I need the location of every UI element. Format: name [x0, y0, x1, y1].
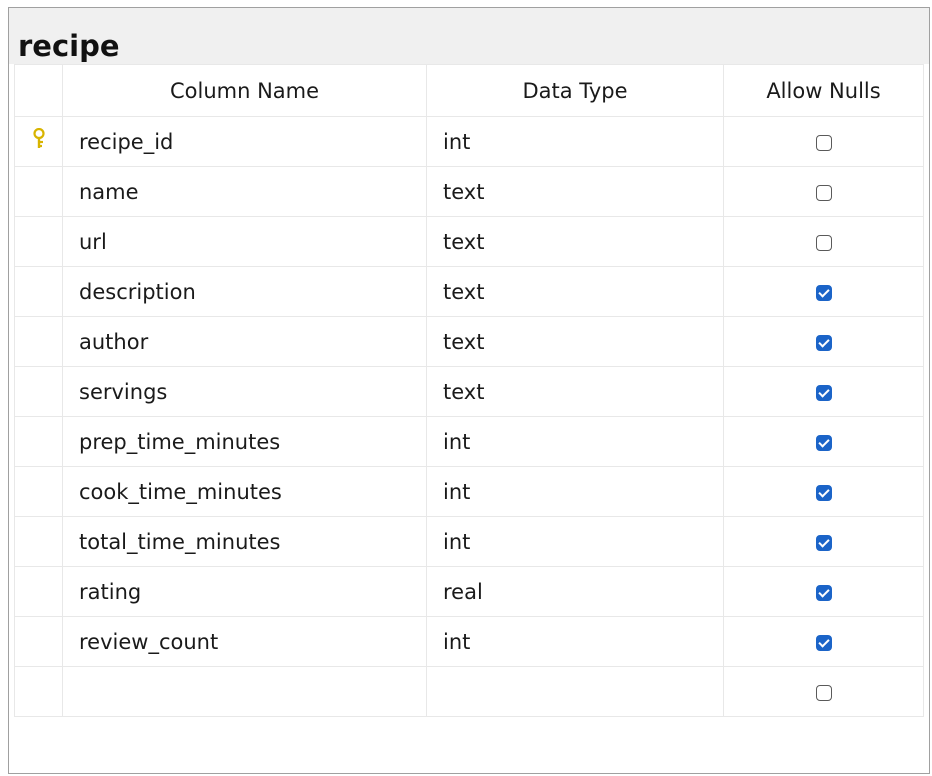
column-name-header[interactable]: Column Name: [62, 64, 427, 117]
allow-nulls-checkbox[interactable]: [815, 134, 832, 151]
allow-nulls-checkbox[interactable]: [815, 384, 832, 401]
allow-nulls-checkbox[interactable]: [815, 434, 832, 451]
data-type-cell[interactable]: text: [426, 266, 724, 317]
allow-nulls-checkbox[interactable]: [815, 184, 832, 201]
column-name-cell[interactable]: recipe_id: [62, 116, 427, 167]
row-selector[interactable]: [14, 516, 63, 567]
table-row[interactable]: description text: [14, 266, 924, 317]
table-title-bar[interactable]: recipe: [9, 8, 929, 64]
allow-nulls-checkbox[interactable]: [815, 584, 832, 601]
column-name-cell[interactable]: description: [62, 266, 427, 317]
data-type-cell[interactable]: text: [426, 216, 724, 267]
row-selector[interactable]: [14, 216, 63, 267]
allow-nulls-cell: [723, 316, 924, 367]
table-row[interactable]: review_count int: [14, 616, 924, 667]
allow-nulls-header[interactable]: Allow Nulls: [723, 64, 924, 117]
allow-nulls-cell: [723, 466, 924, 517]
data-type-cell[interactable]: int: [426, 116, 724, 167]
row-selector[interactable]: [14, 366, 63, 417]
data-type-header[interactable]: Data Type: [426, 64, 724, 117]
columns-grid-body: recipe_id int name text url text description te…: [14, 116, 924, 717]
columns-grid: Column Name Data Type Allow Nulls recipe…: [14, 64, 924, 717]
column-name-cell[interactable]: rating: [62, 566, 427, 617]
allow-nulls-checkbox[interactable]: [815, 284, 832, 301]
column-name-cell[interactable]: prep_time_minutes: [62, 416, 427, 467]
table-row[interactable]: [14, 666, 924, 717]
data-type-cell[interactable]: int: [426, 466, 724, 517]
column-name-cell[interactable]: author: [62, 316, 427, 367]
row-selector[interactable]: [14, 566, 63, 617]
column-name-cell[interactable]: name: [62, 166, 427, 217]
row-selector[interactable]: [14, 116, 63, 167]
row-selector[interactable]: [14, 466, 63, 517]
table-row[interactable]: rating real: [14, 566, 924, 617]
data-type-cell[interactable]: int: [426, 416, 724, 467]
column-name-cell[interactable]: [62, 666, 427, 717]
row-selector-header[interactable]: [14, 64, 63, 117]
allow-nulls-cell: [723, 566, 924, 617]
allow-nulls-cell: [723, 216, 924, 267]
table-title: recipe: [18, 29, 120, 63]
header-row: Column Name Data Type Allow Nulls: [14, 64, 924, 117]
allow-nulls-cell: [723, 116, 924, 167]
table-row[interactable]: url text: [14, 216, 924, 267]
table-row[interactable]: name text: [14, 166, 924, 217]
allow-nulls-checkbox[interactable]: [815, 534, 832, 551]
row-selector[interactable]: [14, 266, 63, 317]
table-row[interactable]: total_time_minutes int: [14, 516, 924, 567]
row-selector[interactable]: [14, 316, 63, 367]
allow-nulls-checkbox[interactable]: [815, 334, 832, 351]
column-name-cell[interactable]: cook_time_minutes: [62, 466, 427, 517]
data-type-cell[interactable]: [426, 666, 724, 717]
allow-nulls-cell: [723, 666, 924, 717]
table-row[interactable]: recipe_id int: [14, 116, 924, 167]
data-type-cell[interactable]: real: [426, 566, 724, 617]
column-name-cell[interactable]: total_time_minutes: [62, 516, 427, 567]
allow-nulls-checkbox[interactable]: [815, 684, 832, 701]
data-type-cell[interactable]: text: [426, 316, 724, 367]
allow-nulls-checkbox[interactable]: [815, 234, 832, 251]
row-selector[interactable]: [14, 666, 63, 717]
designer-empty-area: [9, 729, 929, 773]
allow-nulls-cell: [723, 616, 924, 667]
column-name-cell[interactable]: url: [62, 216, 427, 267]
row-selector[interactable]: [14, 416, 63, 467]
primary-key-icon: [32, 127, 46, 155]
table-row[interactable]: author text: [14, 316, 924, 367]
table-designer-window: recipe Column Name Data Type Allow Nulls…: [8, 7, 930, 774]
allow-nulls-checkbox[interactable]: [815, 634, 832, 651]
column-name-cell[interactable]: servings: [62, 366, 427, 417]
allow-nulls-cell: [723, 416, 924, 467]
row-selector[interactable]: [14, 616, 63, 667]
allow-nulls-cell: [723, 166, 924, 217]
data-type-cell[interactable]: text: [426, 166, 724, 217]
allow-nulls-cell: [723, 516, 924, 567]
allow-nulls-checkbox[interactable]: [815, 484, 832, 501]
table-row[interactable]: prep_time_minutes int: [14, 416, 924, 467]
allow-nulls-cell: [723, 266, 924, 317]
table-row[interactable]: cook_time_minutes int: [14, 466, 924, 517]
table-row[interactable]: servings text: [14, 366, 924, 417]
data-type-cell[interactable]: int: [426, 616, 724, 667]
row-selector[interactable]: [14, 166, 63, 217]
column-name-cell[interactable]: review_count: [62, 616, 427, 667]
data-type-cell[interactable]: int: [426, 516, 724, 567]
allow-nulls-cell: [723, 366, 924, 417]
data-type-cell[interactable]: text: [426, 366, 724, 417]
